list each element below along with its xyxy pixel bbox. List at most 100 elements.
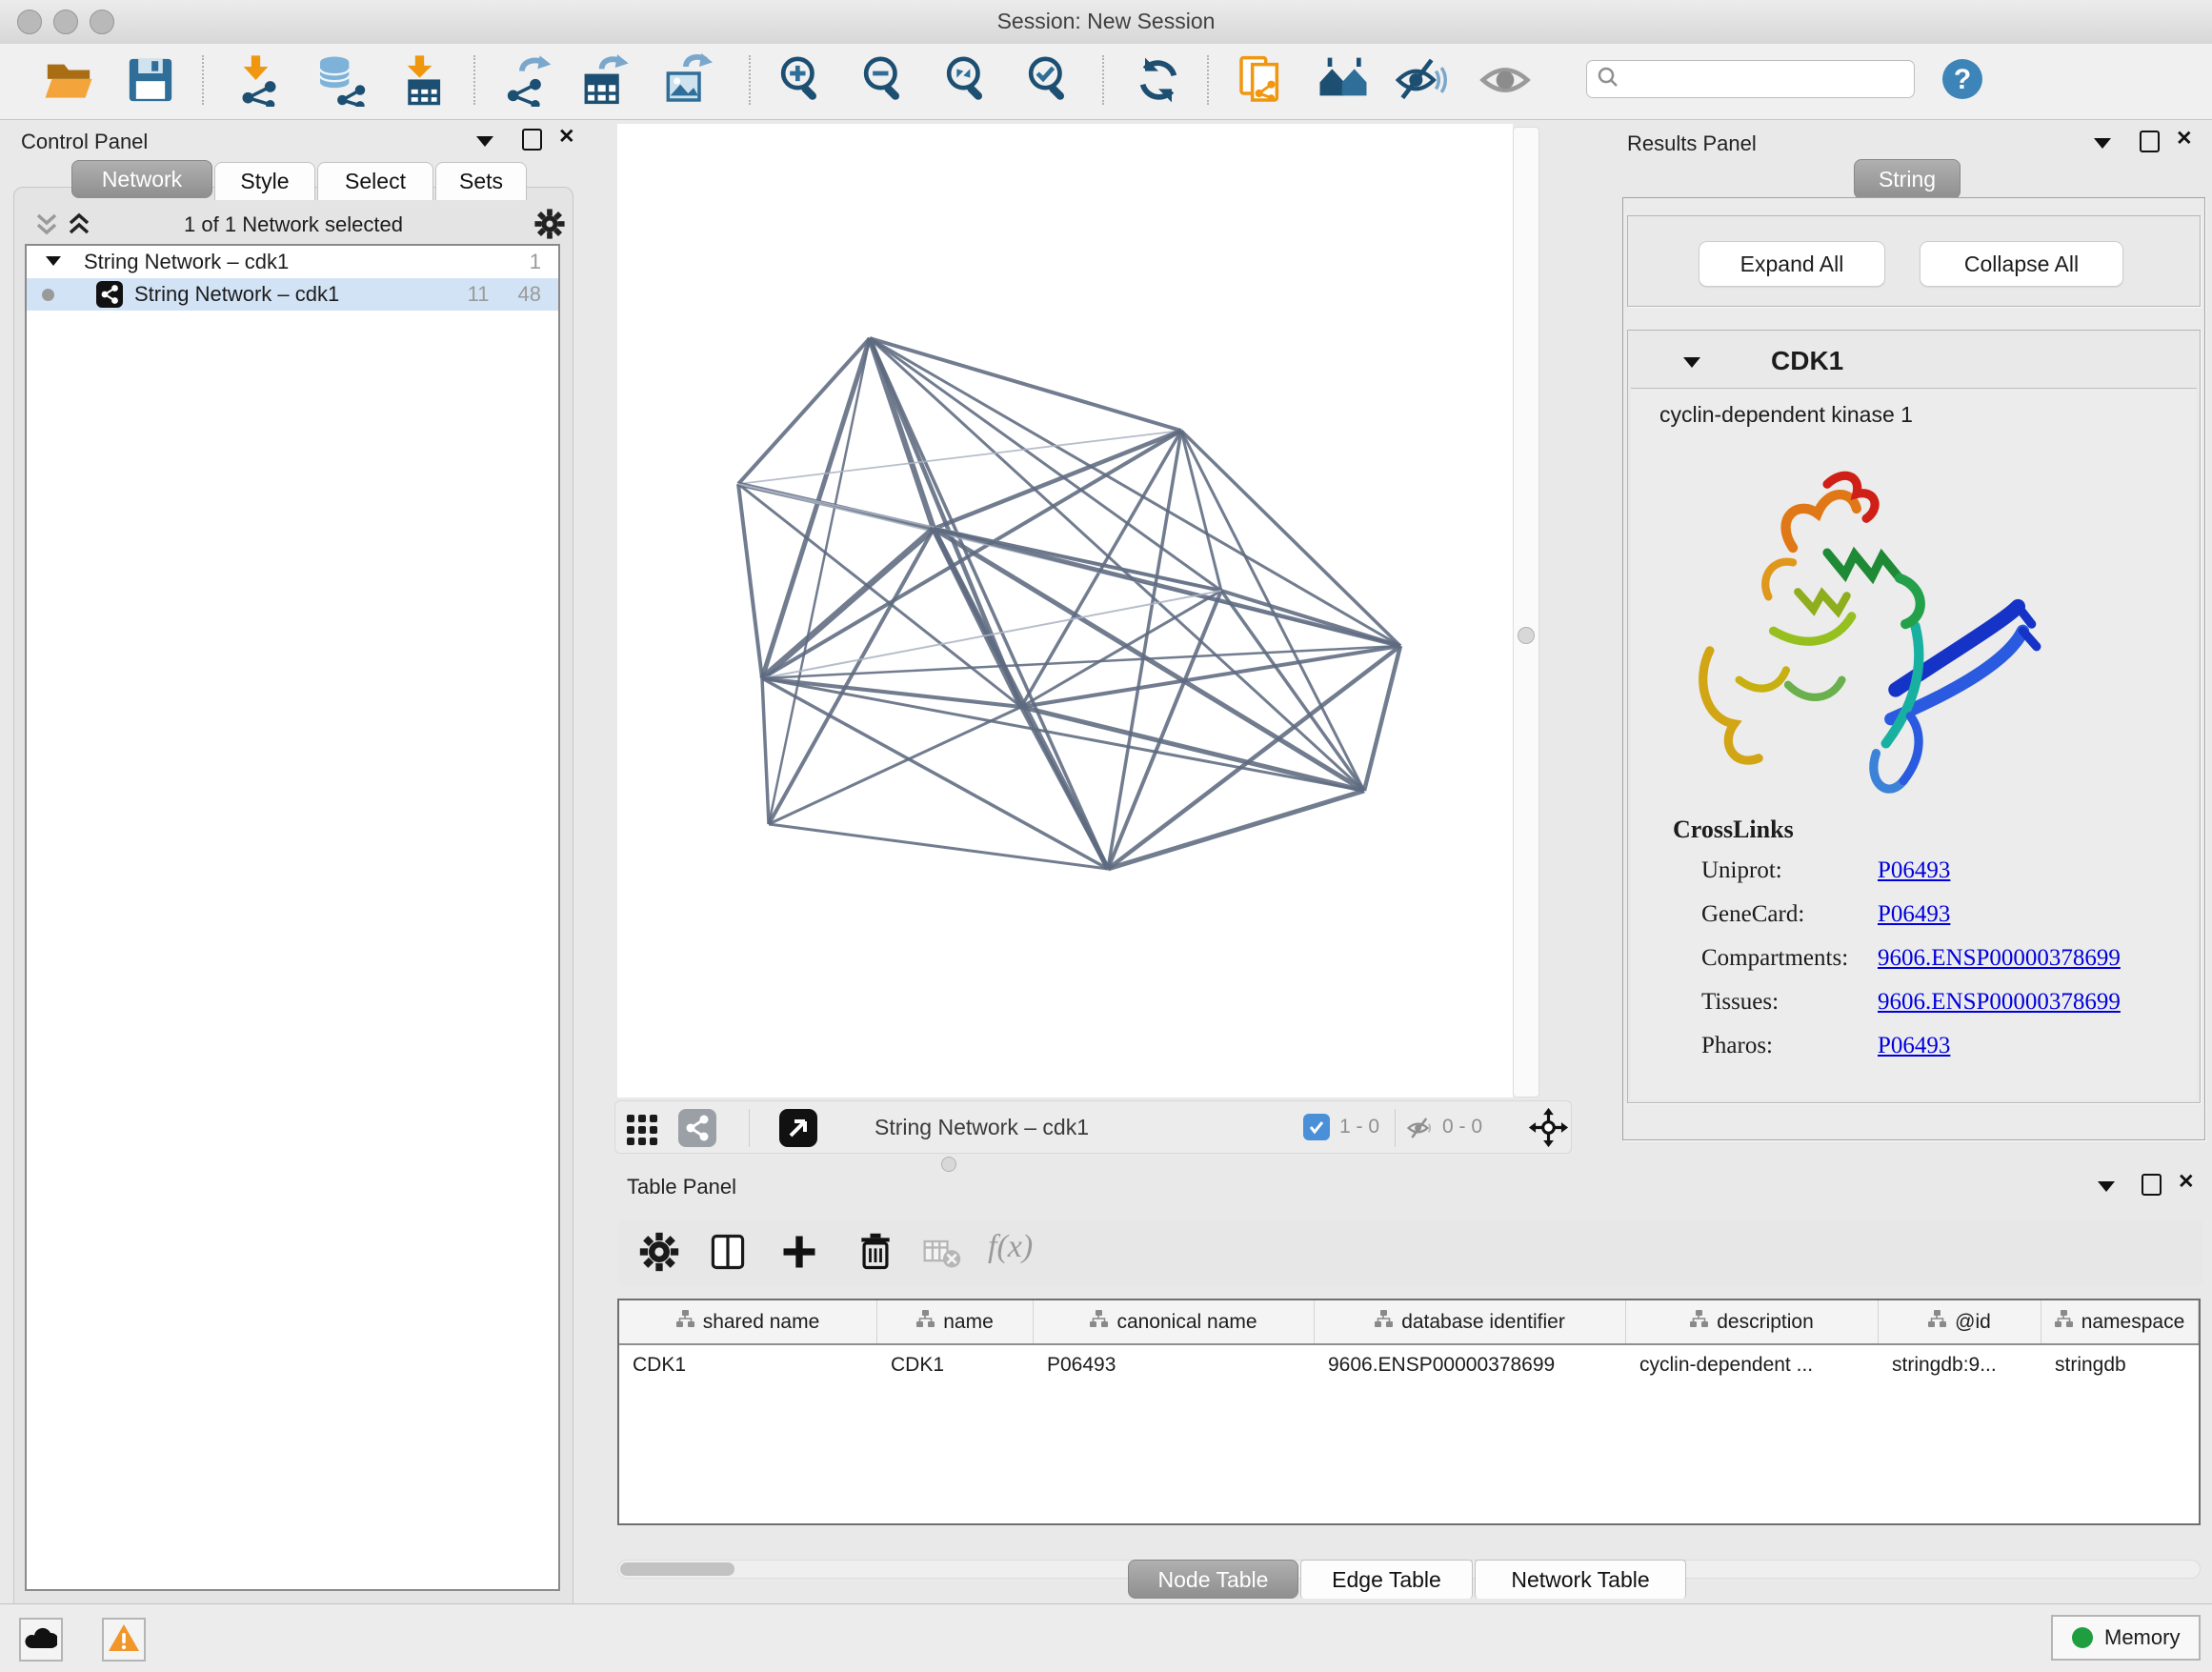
control-panel-close-icon[interactable]: ✕ [558,127,575,148]
cloud-status-button[interactable] [19,1618,63,1662]
hide-unhide-button[interactable] [1394,53,1447,107]
export-table-button[interactable] [577,53,631,107]
warnings-button[interactable] [102,1618,146,1662]
table-panel-collapse-icon[interactable] [2098,1181,2115,1192]
tab-style[interactable]: Style [214,162,315,200]
export-network-button[interactable] [502,53,555,107]
crosslink-link[interactable]: 9606.ENSP00000378699 [1878,945,2121,972]
column-header-shared-name[interactable]: shared name [619,1300,877,1343]
network-edge[interactable] [934,529,1400,646]
column-header-description[interactable]: description [1626,1300,1879,1343]
network-share-view-button[interactable] [678,1109,716,1152]
tab-network-table[interactable]: Network Table [1475,1560,1686,1599]
network-edge[interactable] [762,591,1221,678]
network-edge[interactable] [1108,791,1364,869]
crosslink-row: GeneCard: P06493 [1631,901,2197,934]
network-row-selected[interactable]: String Network – cdk1 11 48 [27,278,558,311]
protein-structure-image[interactable] [1680,457,2042,824]
network-edge[interactable] [870,338,1108,869]
detach-view-button[interactable] [779,1109,817,1152]
table-cell[interactable]: CDK1 [877,1345,1034,1385]
selected-indicator-checkbox[interactable] [1303,1114,1330,1140]
fit-content-crosshair-button[interactable] [1528,1107,1569,1153]
column-header--id[interactable]: @id [1879,1300,2041,1343]
column-header-database-identifier[interactable]: database identifier [1315,1300,1626,1343]
crosslink-link[interactable]: 9606.ENSP00000378699 [1878,989,2121,1016]
network-edge[interactable] [769,338,870,824]
control-panel-float-icon[interactable] [522,129,542,151]
network-edge[interactable] [870,338,1400,646]
open-session-button[interactable] [42,53,95,107]
network-edge[interactable] [769,707,1021,824]
tab-select[interactable]: Select [317,162,433,200]
toolbar-separator [749,55,751,105]
tab-sets[interactable]: Sets [435,162,527,200]
network-options-gear-icon[interactable] [533,208,566,245]
current-network-name: String Network – cdk1 [875,1115,1089,1140]
vertical-splitter[interactable] [1513,127,1539,1098]
tab-network[interactable]: Network [71,160,212,198]
import-network-from-database-button[interactable] [313,53,367,107]
table-panel-float-icon[interactable] [2142,1174,2162,1196]
table-cell[interactable]: 9606.ENSP00000378699 [1315,1345,1626,1385]
network-edge[interactable] [738,484,762,678]
table-cell[interactable]: stringdb [2041,1345,2199,1385]
expand-collapse-box: Expand All Collapse All [1627,215,2201,307]
network-canvas[interactable] [617,124,1513,1098]
zoom-fit-button[interactable] [941,53,995,107]
column-header-name[interactable]: name [877,1300,1034,1343]
add-column-button[interactable] [778,1231,820,1273]
entry-collapse-triangle-icon[interactable] [1683,357,1700,368]
control-panel-title: Control Panel [21,130,148,154]
splitter-handle[interactable] [1518,627,1535,644]
import-table-button[interactable] [396,53,450,107]
network-edge-count: 48 [518,282,541,307]
control-panel-collapse-icon[interactable] [476,136,493,147]
toolbar-separator [1102,55,1104,105]
collapse-all-button[interactable]: Collapse All [1920,241,2123,287]
save-session-button[interactable] [124,53,177,107]
network-collection-row[interactable]: String Network – cdk1 1 [27,246,558,278]
tab-string[interactable]: String [1854,159,1961,199]
zoom-selected-button[interactable] [1023,53,1076,107]
results-panel-close-icon[interactable]: ✕ [2176,129,2193,150]
column-header-namespace[interactable]: namespace [2041,1300,2199,1343]
grid-view-button[interactable] [625,1111,661,1152]
expand-all-button[interactable]: Expand All [1699,241,1885,287]
table-panel-close-icon[interactable]: ✕ [2178,1172,2195,1193]
refresh-view-button[interactable] [1132,53,1185,107]
string-import-button[interactable] [1235,53,1288,107]
tab-edge-table[interactable]: Edge Table [1300,1560,1473,1599]
column-header-canonical-name[interactable]: canonical name [1034,1300,1315,1343]
help-button[interactable]: ? [1941,57,1984,106]
search-input[interactable] [1619,68,1904,91]
memory-status-button[interactable]: Memory [2051,1615,2201,1661]
network-edge[interactable] [870,338,1364,791]
network-edge[interactable] [762,678,769,824]
crosslink-link[interactable]: P06493 [1878,901,1950,928]
network-edge[interactable] [769,824,1108,869]
table-cell[interactable]: cyclin-dependent ... [1626,1345,1879,1385]
network-edge[interactable] [738,338,870,484]
table-cell[interactable]: P06493 [1034,1345,1315,1385]
scrollbar-thumb[interactable] [620,1562,734,1576]
table-panel: Table Panel ✕ f(x) shared namenamecanoni… [614,1167,2205,1553]
zoom-in-button[interactable] [775,53,829,107]
results-panel-float-icon[interactable] [2140,131,2160,152]
export-image-button[interactable] [659,53,713,107]
table-row[interactable]: CDK1CDK1P064939606.ENSP00000378699cyclin… [619,1345,2199,1385]
results-panel-collapse-icon[interactable] [2094,138,2111,149]
zoom-out-button[interactable] [858,53,912,107]
collection-expand-triangle-icon[interactable] [44,250,63,274]
delete-column-button[interactable] [855,1231,896,1273]
homes-icon-button[interactable] [1317,53,1370,107]
network-edge[interactable] [870,338,1181,431]
crosslink-link[interactable]: P06493 [1878,857,1950,884]
tab-node-table[interactable]: Node Table [1128,1560,1298,1599]
import-network-button[interactable] [232,53,286,107]
table-cell[interactable]: stringdb:9... [1879,1345,2041,1385]
table-cell[interactable]: CDK1 [619,1345,877,1385]
show-columns-button[interactable] [707,1231,749,1273]
table-settings-button[interactable] [638,1231,680,1273]
crosslink-link[interactable]: P06493 [1878,1033,1950,1059]
